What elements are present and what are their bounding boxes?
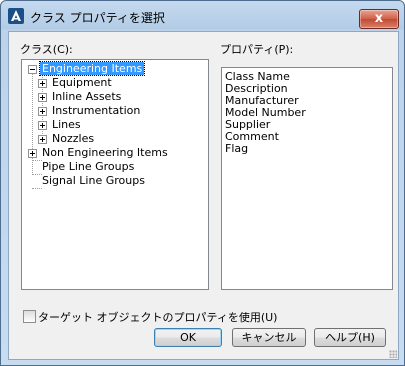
expand-icon[interactable]	[38, 121, 47, 130]
cancel-button[interactable]: キャンセル	[232, 328, 306, 347]
ok-button[interactable]: OK	[154, 328, 222, 347]
expand-icon[interactable]	[38, 107, 47, 116]
dialog-client-area: クラス(C): Engineering Items Equipment Inli…	[8, 31, 399, 360]
tree-item-instrumentation[interactable]: Instrumentation	[52, 104, 140, 118]
tree-item-signal-line-groups[interactable]: Signal Line Groups	[42, 174, 145, 188]
tree-connector	[32, 174, 42, 175]
expand-icon[interactable]	[38, 79, 47, 88]
dialog-window: クラス プロパティを選択 x クラス(C): Engineering Items…	[0, 0, 405, 366]
close-icon: x	[374, 11, 384, 26]
expand-icon[interactable]	[38, 135, 47, 144]
tree-item-label: Engineering Items	[38, 61, 146, 76]
autocad-app-icon	[8, 8, 24, 24]
class-label: クラス(C):	[20, 43, 73, 56]
target-properties-checkbox[interactable]	[23, 310, 36, 323]
expand-icon[interactable]	[28, 149, 37, 158]
help-button[interactable]: ヘルプ(H)	[314, 328, 386, 347]
property-list[interactable]: Class Name Description Manufacturer Mode…	[221, 67, 393, 290]
resize-grip-icon[interactable]	[389, 350, 397, 358]
tree-item-non-engineering-items[interactable]: Non Engineering Items	[42, 146, 168, 160]
tree-item-engineering-items[interactable]: Engineering Items	[38, 61, 146, 76]
target-properties-label[interactable]: ターゲット オブジェクトのプロパティを使用(U)	[38, 309, 277, 325]
property-label: プロパティ(P):	[220, 43, 294, 56]
title-bar[interactable]: クラス プロパティを選択 x	[1, 1, 404, 31]
tree-item-lines[interactable]: Lines	[52, 118, 81, 132]
tree-item-pipe-line-groups[interactable]: Pipe Line Groups	[42, 160, 134, 174]
window-title: クラス プロパティを選択	[30, 11, 165, 25]
tree-connector	[32, 160, 42, 161]
tree-item-inline-assets[interactable]: Inline Assets	[52, 90, 121, 104]
list-item[interactable]: Flag	[225, 143, 248, 155]
class-tree[interactable]: Engineering Items Equipment Inline Asset…	[21, 59, 209, 290]
tree-item-equipment[interactable]: Equipment	[52, 76, 112, 90]
collapse-icon[interactable]	[28, 65, 37, 74]
tree-connector	[32, 188, 42, 189]
tree-item-nozzles[interactable]: Nozzles	[52, 132, 94, 146]
expand-icon[interactable]	[38, 93, 47, 102]
close-button[interactable]: x	[359, 9, 399, 29]
